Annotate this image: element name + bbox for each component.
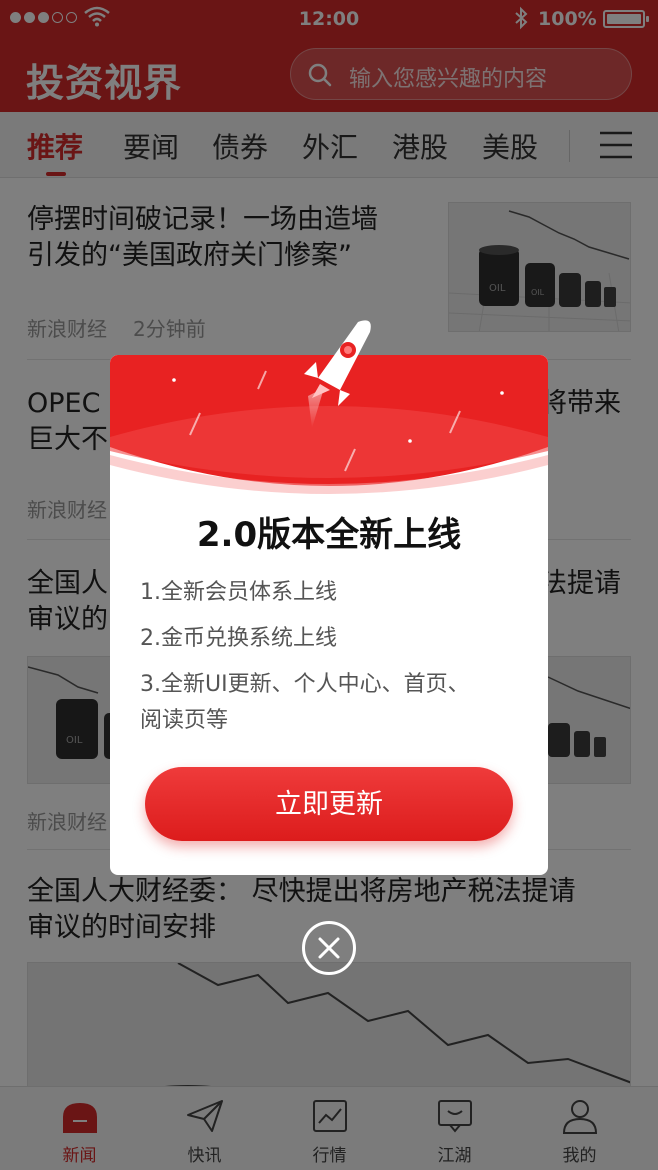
dialog-title: 2.0版本全新上线 bbox=[196, 515, 462, 555]
feature-item: 1.全新会员体系上线 bbox=[140, 580, 337, 605]
feature-item: 2.金币兑换系统上线 bbox=[140, 626, 337, 651]
update-dialog: 2.0版本全新上线 1.全新会员体系上线 2.金币兑换系统上线 3.全新UI更新… bbox=[110, 355, 548, 875]
rocket-icon bbox=[304, 320, 371, 428]
feature-item: 3.全新UI更新、个人中心、首页、 bbox=[140, 672, 470, 697]
close-icon bbox=[318, 937, 340, 959]
feature-item: 阅读页等 bbox=[140, 708, 229, 733]
update-now-button[interactable]: 立即更新 bbox=[145, 767, 513, 841]
close-dialog-button[interactable] bbox=[302, 921, 356, 975]
